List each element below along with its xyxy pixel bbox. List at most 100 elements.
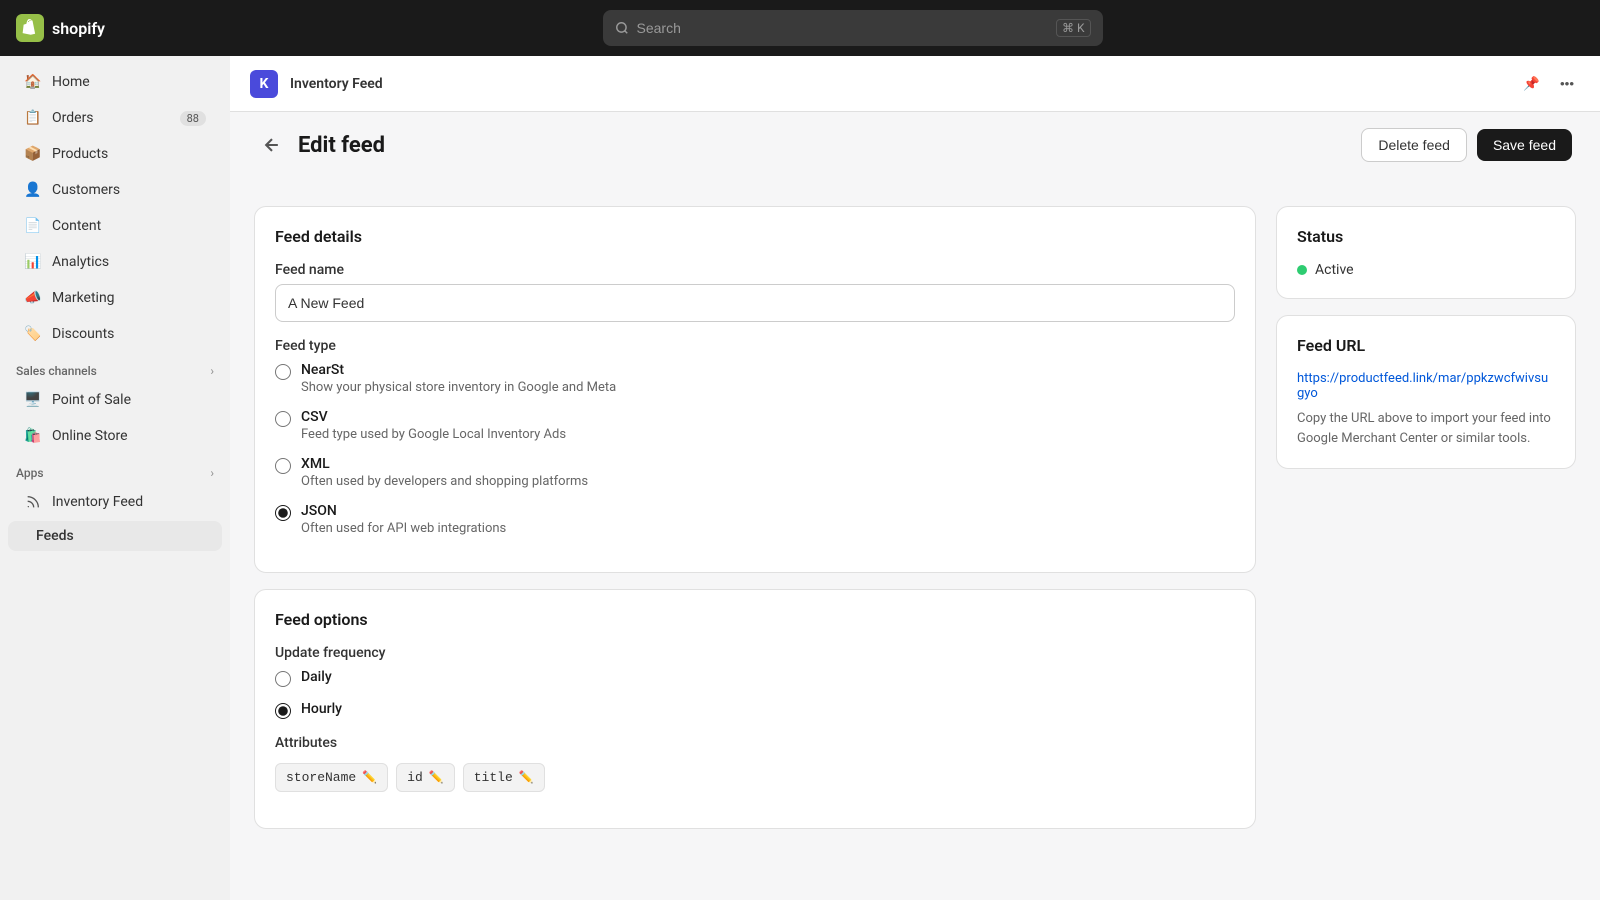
customers-icon: 👤 <box>24 181 42 199</box>
feed-type-group: Feed type NearSt Show your physical stor… <box>275 338 1235 536</box>
sales-channels-label: Sales channels <box>16 364 97 378</box>
sales-channels-section: Sales channels › <box>0 352 230 382</box>
nav-label-online-store: Online Store <box>52 428 128 444</box>
main-column: Feed details Feed name Feed type <box>254 206 1256 876</box>
feed-name-group: Feed name <box>275 262 1235 322</box>
feed-options-card: Feed options Update frequency Daily <box>254 589 1256 829</box>
topbar: shopify ⌘ K <box>0 0 1600 56</box>
content-wrapper: K Inventory Feed 📌 ••• <box>230 56 1600 900</box>
sidebar-item-orders[interactable]: 📋 Orders 88 <box>8 101 222 135</box>
save-feed-button[interactable]: Save feed <box>1477 129 1572 161</box>
json-label: JSON <box>301 503 506 519</box>
search-bar[interactable]: ⌘ K <box>603 10 1103 46</box>
nav-label-products: Products <box>52 146 108 162</box>
freq-daily-radio[interactable] <box>275 671 291 687</box>
products-icon: 📦 <box>24 145 42 163</box>
search-shortcut: ⌘ K <box>1056 19 1091 37</box>
hourly-label: Hourly <box>301 701 342 717</box>
update-freq-radio-group: Daily Hourly <box>275 669 1235 719</box>
app-header-icon: K <box>250 70 278 98</box>
app-header-title: Inventory Feed <box>290 76 383 92</box>
attribute-id: id ✏️ <box>396 763 455 792</box>
feed-name-input[interactable] <box>275 284 1235 322</box>
store-icon: 🛍️ <box>24 427 42 445</box>
feed-type-nearst[interactable]: NearSt Show your physical store inventor… <box>275 362 1235 395</box>
sidebar-item-inventory-feed[interactable]: Inventory Feed <box>8 485 222 519</box>
sidebar-item-products[interactable]: 📦 Products <box>8 137 222 171</box>
page-header-left: Edit feed <box>258 131 385 159</box>
logo-text: shopify <box>52 19 105 38</box>
attribute-title-text: title <box>474 770 513 785</box>
delete-feed-button[interactable]: Delete feed <box>1361 128 1467 162</box>
nearst-desc: Show your physical store inventory in Go… <box>301 380 616 395</box>
side-column: Status Active Feed URL https://productfe… <box>1276 206 1576 876</box>
pos-icon: 🖥️ <box>24 391 42 409</box>
logo: shopify <box>16 14 105 42</box>
search-icon <box>615 21 629 35</box>
xml-desc: Often used by developers and shopping pl… <box>301 474 588 489</box>
sidebar-item-discounts[interactable]: 🏷️ Discounts <box>8 317 222 351</box>
sidebar-item-content[interactable]: 📄 Content <box>8 209 222 243</box>
xml-label: XML <box>301 456 588 472</box>
feed-type-json[interactable]: JSON Often used for API web integrations <box>275 503 1235 536</box>
freq-daily[interactable]: Daily <box>275 669 1235 687</box>
feed-url-link[interactable]: https://productfeed.link/mar/ppkzwcfwivs… <box>1297 371 1555 401</box>
orders-badge: 88 <box>180 111 206 126</box>
feed-url-title: Feed URL <box>1297 336 1555 355</box>
feed-type-xml[interactable]: XML Often used by developers and shoppin… <box>275 456 1235 489</box>
status-dot <box>1297 265 1307 275</box>
app-header: K Inventory Feed 📌 ••• <box>230 56 1600 112</box>
expand-icon[interactable]: › <box>210 364 214 378</box>
feed-type-xml-radio[interactable] <box>275 458 291 474</box>
app-header-actions: 📌 ••• <box>1517 70 1580 98</box>
sidebar-item-customers[interactable]: 👤 Customers <box>8 173 222 207</box>
feed-type-nearst-radio[interactable] <box>275 364 291 380</box>
csv-desc: Feed type used by Google Local Inventory… <box>301 427 566 442</box>
feed-type-json-radio[interactable] <box>275 505 291 521</box>
daily-label: Daily <box>301 669 332 685</box>
status-indicator: Active <box>1297 262 1555 278</box>
feeds-label: Feeds <box>36 528 74 544</box>
feed-icon <box>24 493 42 511</box>
feed-type-csv[interactable]: CSV Feed type used by Google Local Inven… <box>275 409 1235 442</box>
analytics-icon: 📊 <box>24 253 42 271</box>
attribute-storename: storeName ✏️ <box>275 763 388 792</box>
feed-details-card: Feed details Feed name Feed type <box>254 206 1256 573</box>
more-button[interactable]: ••• <box>1554 70 1580 97</box>
sidebar-item-pos[interactable]: 🖥️ Point of Sale <box>8 383 222 417</box>
nav-label-customers: Customers <box>52 182 120 198</box>
sidebar-sub-item-feeds[interactable]: Feeds <box>8 521 222 551</box>
status-text: Active <box>1315 262 1354 278</box>
attribute-storename-text: storeName <box>286 770 356 785</box>
apps-label: Apps <box>16 466 44 480</box>
back-button[interactable] <box>258 131 286 159</box>
apps-expand-icon[interactable]: › <box>210 466 214 480</box>
sidebar-item-online-store[interactable]: 🛍️ Online Store <box>8 419 222 453</box>
nav-label-inventory-feed: Inventory Feed <box>52 494 143 510</box>
update-freq-label: Update frequency <box>275 645 1235 661</box>
feed-type-csv-radio[interactable] <box>275 411 291 427</box>
feed-type-label: Feed type <box>275 338 1235 354</box>
nav-label-marketing: Marketing <box>52 290 115 306</box>
apps-section: Apps › <box>0 454 230 484</box>
feed-url-desc: Copy the URL above to import your feed i… <box>1297 409 1555 448</box>
freq-hourly[interactable]: Hourly <box>275 701 1235 719</box>
page-header-right: Delete feed Save feed <box>1361 128 1572 162</box>
attribute-storename-edit[interactable]: ✏️ <box>362 770 377 785</box>
pin-button[interactable]: 📌 <box>1517 70 1546 98</box>
attribute-title-edit[interactable]: ✏️ <box>519 770 534 785</box>
attribute-id-text: id <box>407 770 423 785</box>
page-area: Edit feed Delete feed Save feed Feed det… <box>230 112 1600 900</box>
freq-hourly-radio[interactable] <box>275 703 291 719</box>
sidebar-item-home[interactable]: 🏠 Home <box>8 65 222 99</box>
search-input[interactable] <box>637 20 1048 36</box>
attribute-id-edit[interactable]: ✏️ <box>429 770 444 785</box>
shopify-logo-icon <box>16 14 44 42</box>
status-title: Status <box>1297 227 1555 246</box>
sidebar-item-analytics[interactable]: 📊 Analytics <box>8 245 222 279</box>
nav-label-discounts: Discounts <box>52 326 114 342</box>
feed-url-card: Feed URL https://productfeed.link/mar/pp… <box>1276 315 1576 469</box>
feed-options-title: Feed options <box>275 610 1235 629</box>
attributes-group: Attributes storeName ✏️ id ✏️ <box>275 735 1235 792</box>
sidebar-item-marketing[interactable]: 📣 Marketing <box>8 281 222 315</box>
